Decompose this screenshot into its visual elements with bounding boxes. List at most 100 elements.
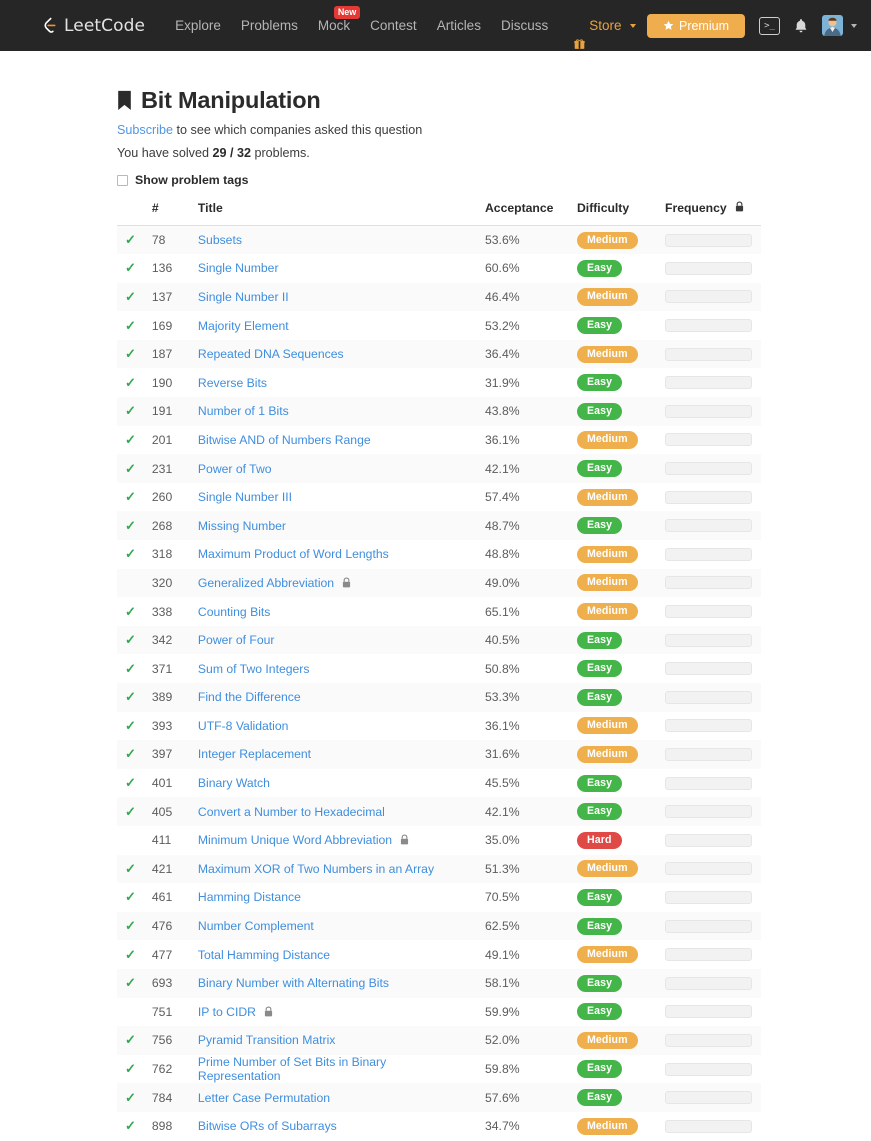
- header-frequency[interactable]: Frequency: [657, 198, 761, 226]
- cell-difficulty: Medium: [569, 569, 657, 598]
- table-row[interactable]: ✓ 461 Hamming Distance 70.5% Easy: [117, 883, 761, 912]
- problem-title-link[interactable]: Generalized Abbreviation: [198, 576, 334, 590]
- console-icon[interactable]: >_: [759, 16, 780, 35]
- table-row[interactable]: ✓ 476 Number Complement 62.5% Easy: [117, 911, 761, 941]
- problem-title-link[interactable]: Bitwise ORs of Subarrays: [198, 1119, 337, 1133]
- solved-progress-line: You have solved 29 / 32 problems.: [117, 146, 761, 160]
- nav-link-store[interactable]: Store: [564, 0, 645, 51]
- status-solved-icon: ✓: [117, 1083, 144, 1112]
- table-row[interactable]: ✓ 405 Convert a Number to Hexadecimal 42.1%…: [117, 797, 761, 826]
- problem-title-link[interactable]: Prime Number of Set Bits in Binary Repre…: [198, 1055, 386, 1083]
- problem-title-link[interactable]: Bitwise AND of Numbers Range: [198, 433, 371, 447]
- nav-link-problems[interactable]: Problems: [231, 0, 308, 51]
- table-row[interactable]: ✓ 268 Missing Number 48.7% Easy: [117, 511, 761, 541]
- problem-title-link[interactable]: Maximum XOR of Two Numbers in an Array: [198, 862, 434, 876]
- table-row[interactable]: ✓ 371 Sum of Two Integers 50.8% Easy: [117, 654, 761, 683]
- check-icon: ✓: [125, 1089, 136, 1105]
- table-row[interactable]: ✓ 401 Binary Watch 45.5% Easy: [117, 768, 761, 798]
- problem-title-link[interactable]: UTF-8 Validation: [198, 719, 289, 733]
- table-row[interactable]: ✓ 191 Number of 1 Bits 43.8% Easy: [117, 397, 761, 426]
- cell-acceptance: 42.1%: [485, 804, 520, 819]
- cell-title: Total Hamming Distance: [190, 940, 477, 969]
- table-row[interactable]: ✓ 389 Find the Difference 53.3% Easy: [117, 683, 761, 712]
- table-row[interactable]: ✓ 693 Binary Number with Alternating Bits 5…: [117, 968, 761, 998]
- table-row[interactable]: ✓ 784 Letter Case Permutation 57.6% Easy: [117, 1083, 761, 1112]
- table-row[interactable]: ✓ 338 Counting Bits 65.1% Medium: [117, 597, 761, 626]
- show-problem-tags-label[interactable]: Show problem tags: [135, 173, 248, 187]
- table-row[interactable]: 411 Minimum Unique Word Abbreviation 35.0%…: [117, 825, 761, 855]
- problem-title-link[interactable]: Counting Bits: [198, 605, 271, 619]
- nav-link-mock[interactable]: Mock New: [308, 0, 361, 51]
- header-difficulty[interactable]: Difficulty: [569, 198, 657, 226]
- brand-text: LeetCode: [64, 15, 146, 36]
- problem-title-link[interactable]: Binary Number with Alternating Bits: [198, 976, 389, 990]
- problem-title-link[interactable]: Letter Case Permutation: [198, 1091, 330, 1105]
- frequency-bar: [665, 919, 752, 933]
- problem-title-link[interactable]: Hamming Distance: [198, 890, 301, 904]
- problem-title-link[interactable]: Power of Four: [198, 633, 275, 647]
- problem-title-link[interactable]: Pyramid Transition Matrix: [198, 1033, 335, 1047]
- show-problem-tags-row[interactable]: Show problem tags: [117, 173, 761, 187]
- difficulty-badge: Medium: [577, 345, 638, 363]
- header-number[interactable]: #: [143, 198, 190, 226]
- nav-link-contest[interactable]: Contest: [360, 0, 427, 51]
- table-row[interactable]: ✓ 260 Single Number III 57.4% Medium: [117, 482, 761, 512]
- table-row[interactable]: ✓ 187 Repeated DNA Sequences 36.4% Medium: [117, 339, 761, 369]
- table-row[interactable]: ✓ 342 Power of Four 40.5% Easy: [117, 625, 761, 655]
- problem-title-link[interactable]: Single Number III: [198, 490, 292, 504]
- problem-title-link[interactable]: Majority Element: [198, 319, 289, 333]
- table-row[interactable]: ✓ 756 Pyramid Transition Matrix 52.0% Medium: [117, 1026, 761, 1055]
- problem-title-link[interactable]: Power of Two: [198, 462, 272, 476]
- problem-title-link[interactable]: Maximum Product of Word Lengths: [198, 547, 389, 561]
- nav-link-articles[interactable]: Articles: [427, 0, 491, 51]
- table-row[interactable]: ✓ 421 Maximum XOR of Two Numbers in an Arr…: [117, 854, 761, 884]
- cell-acceptance: 34.7%: [485, 1119, 520, 1134]
- problem-title-link[interactable]: Reverse Bits: [198, 376, 267, 390]
- problem-title-link[interactable]: Number Complement: [198, 919, 314, 933]
- problem-title-link[interactable]: Sum of Two Integers: [198, 662, 310, 676]
- user-menu[interactable]: [822, 15, 857, 36]
- table-row[interactable]: ✓ 318 Maximum Product of Word Lengths 48.8%…: [117, 540, 761, 569]
- problem-title-link[interactable]: Single Number: [198, 261, 279, 275]
- problem-title-link[interactable]: Integer Replacement: [198, 747, 311, 761]
- table-row[interactable]: ✓ 762 Prime Number of Set Bits in Binary R…: [117, 1054, 761, 1084]
- problem-title-link[interactable]: Repeated DNA Sequences: [198, 347, 344, 361]
- cell-difficulty: Easy: [569, 654, 657, 683]
- table-row[interactable]: ✓ 190 Reverse Bits 31.9% Easy: [117, 368, 761, 398]
- cell-acceptance: 36.4%: [485, 347, 520, 362]
- table-row[interactable]: ✓ 477 Total Hamming Distance 49.1% Medium: [117, 940, 761, 969]
- table-row[interactable]: ✓ 397 Integer Replacement 31.6% Medium: [117, 740, 761, 769]
- table-row[interactable]: 320 Generalized Abbreviation 49.0% Medium: [117, 568, 761, 598]
- cell-acceptance: 57.4%: [485, 490, 520, 505]
- problem-title-link[interactable]: Single Number II: [198, 290, 289, 304]
- cell-acceptance: 48.8%: [485, 547, 520, 562]
- problem-title-link[interactable]: Total Hamming Distance: [198, 948, 330, 962]
- show-problem-tags-checkbox[interactable]: [117, 174, 128, 186]
- problem-title-link[interactable]: IP to CIDR: [198, 1005, 256, 1019]
- premium-button[interactable]: Premium: [646, 13, 745, 38]
- header-acceptance[interactable]: Acceptance: [477, 198, 569, 226]
- table-row[interactable]: ✓ 136 Single Number 60.6% Easy: [117, 254, 761, 283]
- problem-title-link[interactable]: Minimum Unique Word Abbreviation: [198, 833, 392, 847]
- table-row[interactable]: ✓ 898 Bitwise ORs of Subarrays 34.7% Medium: [117, 1111, 761, 1141]
- bell-icon[interactable]: [794, 18, 808, 34]
- table-row[interactable]: ✓ 201 Bitwise AND of Numbers Range 36.1% Med…: [117, 425, 761, 455]
- problem-title-link[interactable]: Find the Difference: [198, 690, 301, 704]
- table-row[interactable]: ✓ 231 Power of Two 42.1% Easy: [117, 454, 761, 483]
- header-title[interactable]: Title: [189, 198, 477, 226]
- table-row[interactable]: ✓ 169 Majority Element 53.2% Easy: [117, 311, 761, 340]
- table-row[interactable]: 751 IP to CIDR 59.9% Easy: [117, 997, 761, 1027]
- table-row[interactable]: ✓ 393 UTF-8 Validation 36.1% Medium: [117, 711, 761, 741]
- problem-title-link[interactable]: Binary Watch: [198, 776, 270, 790]
- subscribe-link[interactable]: Subscribe: [117, 123, 173, 137]
- nav-link-explore[interactable]: Explore: [165, 0, 231, 51]
- table-row[interactable]: ✓ 137 Single Number II 46.4% Medium: [117, 282, 761, 312]
- cell-frequency: [657, 511, 761, 540]
- problem-title-link[interactable]: Missing Number: [198, 519, 286, 533]
- problem-title-link[interactable]: Convert a Number to Hexadecimal: [198, 805, 385, 819]
- nav-link-discuss[interactable]: Discuss: [491, 0, 558, 51]
- problem-title-link[interactable]: Subsets: [198, 233, 242, 247]
- problem-title-link[interactable]: Number of 1 Bits: [198, 404, 289, 418]
- table-row[interactable]: ✓ 78 Subsets 53.6% Medium: [117, 225, 761, 255]
- leetcode-logo-link[interactable]: LeetCode: [40, 16, 145, 36]
